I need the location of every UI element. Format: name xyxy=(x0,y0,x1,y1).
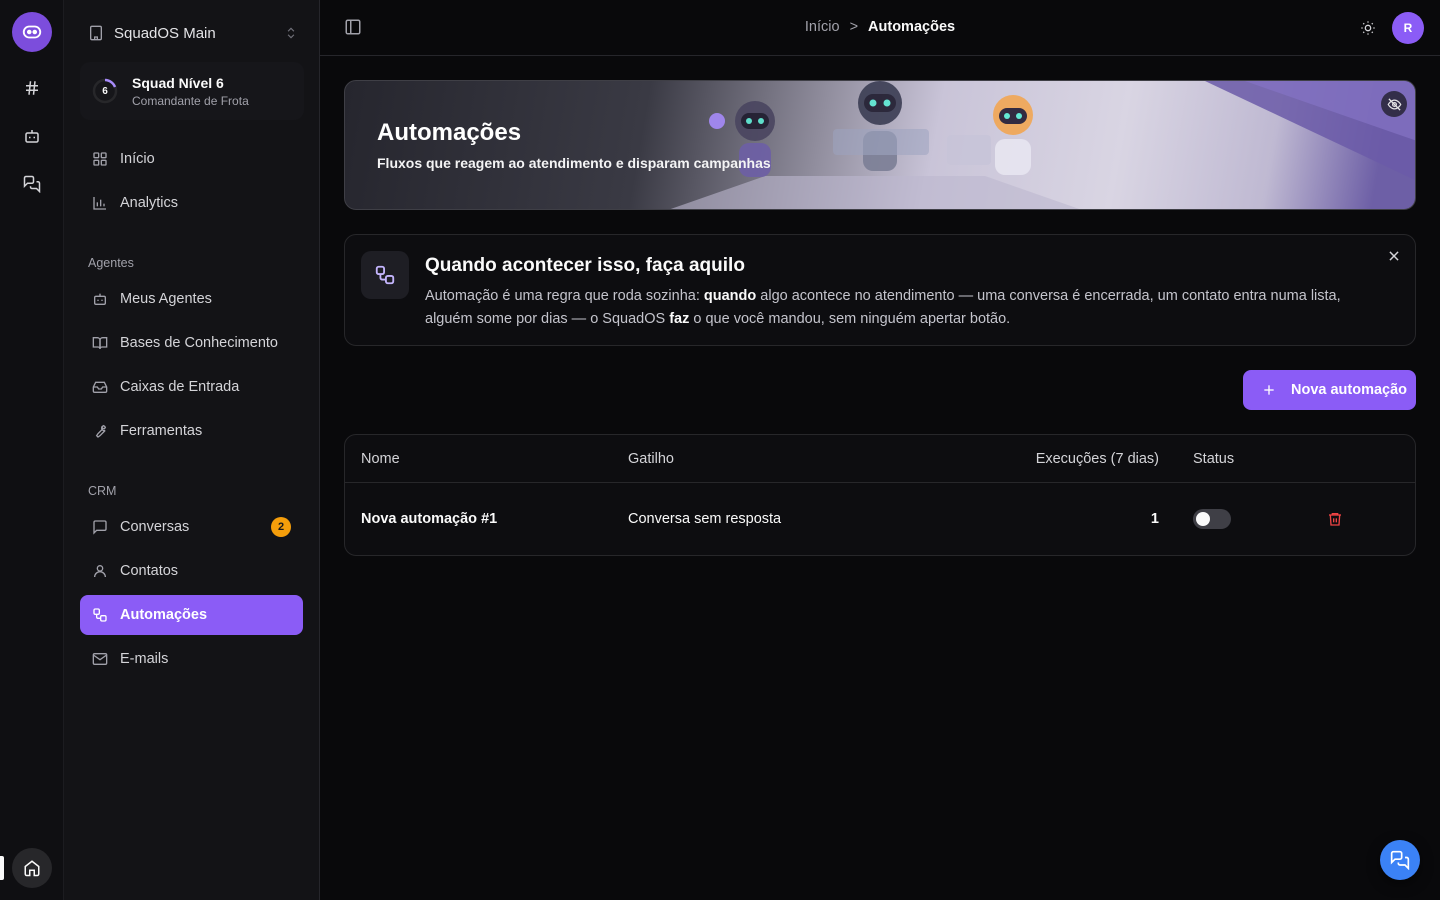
workflow-icon xyxy=(93,608,107,622)
breadcrumb-current: Automações xyxy=(868,19,956,35)
bar-chart-icon xyxy=(93,197,106,210)
nav-label: Conversas xyxy=(120,519,190,535)
breadcrumb: Início > Automações xyxy=(320,19,1440,35)
nav-label: Meus Agentes xyxy=(120,291,212,307)
level-number: 6 xyxy=(102,85,108,97)
nav-item-bases[interactable]: Bases de Conhecimento xyxy=(80,323,303,363)
workspace-name: SquadOS Main xyxy=(114,24,216,42)
nav-label: Analytics xyxy=(120,195,179,211)
nav-item-conversas[interactable]: Conversas 2 xyxy=(80,507,303,547)
nav-label: Bases de Conhecimento xyxy=(120,335,278,351)
trash-icon[interactable] xyxy=(1327,511,1343,527)
hash-icon[interactable] xyxy=(12,68,52,108)
app-logo-icon[interactable] xyxy=(12,12,52,52)
messages-icon[interactable] xyxy=(12,164,52,204)
page-title: Automações xyxy=(377,119,522,146)
automation-name[interactable]: Nova automação #1 xyxy=(361,511,497,527)
nav-label: Caixas de Entrada xyxy=(120,379,240,395)
nav-item-emails[interactable]: E-mails xyxy=(80,639,303,679)
status-toggle[interactable] xyxy=(1193,509,1231,529)
chevrons-up-down-icon xyxy=(287,27,295,39)
squad-subtitle: Comandante de Frota xyxy=(132,93,249,108)
workspace-switcher[interactable]: SquadOS Main xyxy=(88,18,298,48)
info-description: Automação é uma regra que roda sozinha: … xyxy=(425,288,1341,327)
breadcrumb-separator: > xyxy=(849,19,859,35)
building-icon xyxy=(90,25,102,41)
nav-label: Início xyxy=(120,151,155,167)
nav-item-contatos[interactable]: Contatos xyxy=(80,551,303,591)
top-bar: Início > Automações R xyxy=(320,0,1440,56)
section-agentes: Agentes xyxy=(88,256,134,270)
nav-item-ferramentas[interactable]: Ferramentas xyxy=(80,411,303,451)
header-name: Nome xyxy=(361,451,400,467)
nav-item-inicio[interactable]: Início xyxy=(80,139,303,179)
automations-table: Nome Gatilho Execuções (7 dias) Status N… xyxy=(344,434,1416,556)
automation-trigger: Conversa sem resposta xyxy=(628,511,782,527)
nav-label: Automações xyxy=(120,607,208,623)
table-header: Nome Gatilho Execuções (7 dias) Status xyxy=(345,435,1415,483)
sun-icon[interactable] xyxy=(1360,20,1376,36)
breadcrumb-home[interactable]: Início xyxy=(805,19,840,35)
sidebar: SquadOS Main 6 Squad Nível 6 Comandante … xyxy=(64,0,320,900)
nav-item-meus-agentes[interactable]: Meus Agentes xyxy=(80,279,303,319)
header-status: Status xyxy=(1193,451,1235,467)
plus-icon xyxy=(1264,385,1274,395)
layout-grid-icon xyxy=(93,152,107,166)
active-marker xyxy=(0,856,4,880)
info-title: Quando acontecer isso, faça aquilo xyxy=(425,255,745,276)
new-automation-label: Nova automação xyxy=(1291,382,1408,398)
level-progress-ring: 6 xyxy=(92,78,118,104)
eye-off-icon[interactable] xyxy=(1381,91,1407,117)
section-crm: CRM xyxy=(88,484,117,498)
automation-executions: 1 xyxy=(1150,511,1159,527)
header-executions: Execuções (7 dias) xyxy=(1035,451,1159,467)
hero-banner: Automações Fluxos que reagem ao atendime… xyxy=(344,80,1416,210)
book-open-icon xyxy=(92,337,108,350)
app-rail xyxy=(0,0,64,900)
wrench-icon xyxy=(95,424,107,438)
nav-label: Ferramentas xyxy=(120,423,203,439)
avatar[interactable]: R xyxy=(1392,12,1424,44)
inbox-icon xyxy=(92,381,108,393)
new-automation-button[interactable]: Nova automação xyxy=(1243,370,1416,410)
home-icon[interactable] xyxy=(12,848,52,888)
user-icon xyxy=(94,565,106,578)
squad-title: Squad Nível 6 xyxy=(132,74,224,91)
nav-item-caixas[interactable]: Caixas de Entrada xyxy=(80,367,303,407)
page-subtitle: Fluxos que reagem ao atendimento e dispa… xyxy=(377,155,771,171)
support-chat-button[interactable] xyxy=(1380,840,1420,880)
table-row[interactable]: Nova automação #1 Conversa sem resposta … xyxy=(345,483,1415,555)
nav-label: Contatos xyxy=(120,563,179,579)
header-trigger: Gatilho xyxy=(628,451,674,467)
bot-icon[interactable] xyxy=(12,116,52,156)
squad-level-card[interactable]: 6 Squad Nível 6 Comandante de Frota xyxy=(80,62,304,120)
close-icon[interactable] xyxy=(1387,249,1401,263)
bot-icon xyxy=(94,293,106,305)
messages-icon xyxy=(1390,850,1410,870)
nav-item-analytics[interactable]: Analytics xyxy=(80,183,303,223)
nav-label: E-mails xyxy=(120,651,169,667)
info-card: Quando acontecer isso, faça aquilo Autom… xyxy=(344,234,1416,346)
unread-badge: 2 xyxy=(271,517,291,537)
workflow-icon xyxy=(361,251,409,299)
mail-icon xyxy=(92,653,108,665)
nav-item-automacoes[interactable]: Automações xyxy=(80,595,303,635)
message-square-icon xyxy=(93,520,107,535)
